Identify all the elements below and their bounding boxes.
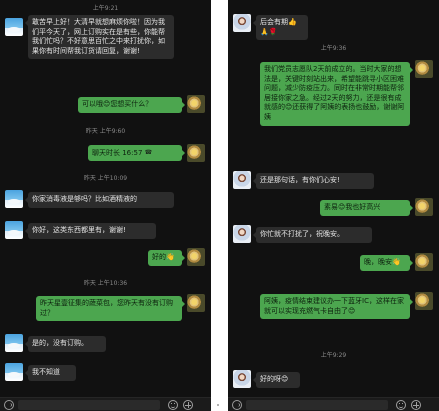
- message-text: 可以哦: [82, 100, 103, 108]
- self-avatar[interactable]: [415, 292, 433, 310]
- message-bubble-outgoing[interactable]: 阿姨，疫情结束建议办一下蓝牙IC，这样在家就可以实现充燃气卡自由了😊: [260, 294, 413, 320]
- phone-icon: ☎: [144, 149, 153, 156]
- message-bubble-incoming[interactable]: 你忙就不打扰了，祝晚安。: [253, 227, 372, 243]
- contact-avatar[interactable]: [5, 221, 23, 239]
- wave-emoji-icon: 👋: [166, 253, 175, 261]
- voice-icon[interactable]: [4, 400, 14, 410]
- smile-emoji-icon: 😊: [281, 375, 289, 383]
- message-bubble-outgoing[interactable]: 可以哦😊您想买什么？: [78, 97, 185, 113]
- timestamp: 昨天 上午9:60: [85, 128, 126, 135]
- message-bubble-incoming[interactable]: 后会有期👍🙏🌹: [253, 15, 308, 41]
- plus-icon[interactable]: [183, 400, 193, 410]
- timestamp: 昨天 上午10:36: [83, 280, 128, 287]
- wave-emoji-icon: 👋: [392, 258, 401, 266]
- contact-avatar[interactable]: [233, 370, 251, 388]
- contact-avatar[interactable]: [5, 18, 23, 36]
- self-avatar[interactable]: [415, 198, 433, 216]
- contact-avatar[interactable]: [5, 363, 23, 381]
- input-bar: [228, 397, 439, 411]
- message-text: 您想买什么？: [110, 100, 153, 108]
- right-chat-window: 后会有期👍🙏🌹 上午9:36 我们党员志愿队2天前成立的。当时大家的想法是，关键…: [228, 0, 439, 411]
- message-bubble-incoming[interactable]: 好的呀😊: [253, 372, 300, 388]
- timestamp: 上午9:21: [92, 5, 119, 12]
- self-avatar[interactable]: [415, 253, 433, 271]
- contact-avatar[interactable]: [5, 190, 23, 208]
- contact-avatar[interactable]: [5, 334, 23, 352]
- message-bubble-outgoing[interactable]: 昨天星壹征集的蔬菜包，您昨天有没有订购过？: [36, 296, 185, 322]
- voice-icon[interactable]: [232, 400, 242, 410]
- message-bubble-incoming[interactable]: 你好，这类东西都里有，谢谢!: [25, 223, 156, 239]
- message-bubble-incoming[interactable]: 敢苦早上好！大清早就想麻烦你啦！因为我们平今天了，网上订购实在是有些，你能帮我们…: [25, 15, 174, 60]
- smile-emoji-icon: 😊: [348, 306, 356, 315]
- message-bubble-outgoing[interactable]: 素易😊我也好高兴: [320, 200, 413, 216]
- plus-icon[interactable]: [411, 400, 421, 410]
- message-text: 素易: [324, 203, 338, 211]
- self-avatar[interactable]: [187, 144, 205, 162]
- timestamp: 上午9:29: [320, 352, 347, 359]
- emoji-icon[interactable]: [168, 400, 178, 410]
- message-bubble-incoming[interactable]: 你家消毒液是够吗？比如酒精液的: [25, 192, 174, 208]
- message-text: 阿姨，疫情结束建议办一下蓝牙IC，这样在家就可以实现充燃气卡自由了: [264, 297, 404, 315]
- contact-avatar[interactable]: [233, 225, 251, 243]
- left-chat-window: 上午9:21 敢苦早上好！大清早就想麻烦你啦！因为我们平今天了，网上订购实在是有…: [0, 0, 211, 411]
- self-avatar[interactable]: [187, 248, 205, 266]
- message-text: 我也好高兴: [345, 203, 381, 211]
- message-bubble-incoming[interactable]: 还是那句话，有你们心安!: [253, 173, 374, 189]
- message-bubble-incoming[interactable]: 我不知道: [25, 365, 76, 381]
- self-avatar[interactable]: [187, 95, 205, 113]
- call-duration-text: 聊天时长 16:57: [92, 148, 143, 157]
- message-input[interactable]: [18, 400, 160, 410]
- contact-avatar[interactable]: [233, 171, 251, 189]
- call-record-bubble[interactable]: 聊天时长 16:57 ☎: [88, 145, 185, 162]
- self-avatar[interactable]: [415, 60, 433, 78]
- separator-dot: [217, 404, 219, 406]
- contact-avatar[interactable]: [233, 14, 251, 32]
- emoji-icon[interactable]: [396, 400, 406, 410]
- message-input[interactable]: [246, 400, 388, 410]
- message-text: 晚，晚安: [364, 258, 392, 266]
- message-bubble-outgoing[interactable]: 好的👋: [148, 250, 185, 266]
- message-bubble-incoming[interactable]: 是的，没有订购。: [25, 336, 106, 352]
- message-text: 好的呀: [260, 375, 281, 383]
- message-bubble-outgoing[interactable]: 我们党员志愿队2天前成立的。当时大家的想法是，关键时刻站出来，希望能跳寻小区困难…: [260, 62, 413, 126]
- self-avatar[interactable]: [187, 294, 205, 312]
- timestamp: 上午9:36: [320, 45, 347, 52]
- input-bar: [0, 397, 211, 411]
- timestamp: 昨天 上午10:09: [83, 175, 128, 182]
- message-bubble-outgoing[interactable]: 晚，晚安👋: [360, 255, 413, 271]
- message-text: 好的: [152, 253, 166, 261]
